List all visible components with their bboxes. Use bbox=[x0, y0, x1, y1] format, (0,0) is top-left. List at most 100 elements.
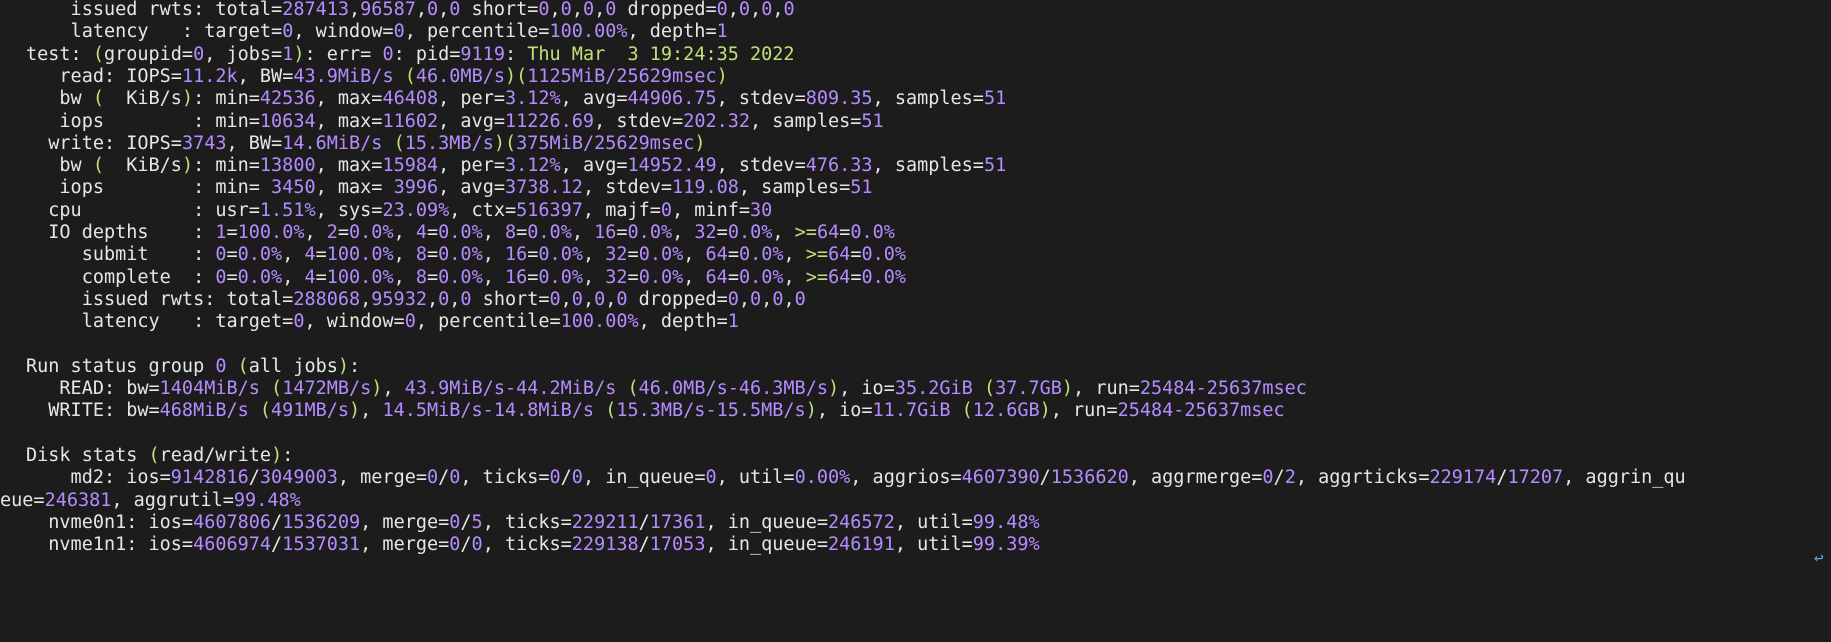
terminal-text: short= bbox=[460, 0, 539, 20]
terminal-text: , bbox=[382, 378, 405, 400]
terminal-text: 1.51% bbox=[259, 199, 316, 221]
terminal-text: 13800 bbox=[259, 155, 316, 177]
terminal-text: , max= bbox=[315, 88, 383, 110]
terminal-text: , max= bbox=[315, 177, 394, 199]
terminal-text: 0 bbox=[193, 43, 205, 65]
terminal-text: nvme0n1: ios= bbox=[26, 511, 194, 533]
terminal-text: , window= bbox=[293, 21, 394, 43]
terminal-text: , samples= bbox=[750, 110, 862, 132]
terminal-text: , io= bbox=[816, 400, 873, 422]
terminal-text: 0 bbox=[449, 534, 461, 556]
terminal-text: eue= bbox=[0, 489, 45, 511]
terminal-text: 375MiB/25629msec bbox=[516, 132, 695, 154]
terminal-text: , bbox=[360, 288, 372, 310]
terminal-text: cpu : usr= bbox=[26, 199, 260, 221]
terminal-text: / bbox=[638, 511, 650, 533]
terminal-text: read/write bbox=[159, 445, 272, 466]
terminal-text: 0.0% bbox=[727, 222, 773, 243]
terminal-text: submit : bbox=[26, 244, 216, 266]
terminal-text: 0 bbox=[616, 288, 628, 310]
terminal-text: , window= bbox=[304, 311, 405, 333]
terminal-text: = bbox=[315, 266, 327, 288]
terminal-text: 0.0% bbox=[527, 222, 572, 243]
terminal-text: 64 bbox=[705, 244, 728, 266]
terminal-text: , BW= bbox=[226, 132, 283, 154]
terminal-text: 0.0% bbox=[538, 244, 583, 266]
terminal-text: , bbox=[393, 222, 416, 243]
terminal-text: , bbox=[772, 0, 784, 20]
terminal-text: 516397 bbox=[516, 199, 583, 221]
terminal-text: 23.09% bbox=[382, 199, 450, 221]
terminal-text: 1536620 bbox=[1050, 467, 1129, 489]
terminal-text: , aggrutil= bbox=[111, 489, 234, 511]
terminal-text: bw bbox=[26, 155, 93, 177]
terminal-text: , bbox=[549, 0, 561, 20]
terminal-text: = bbox=[516, 222, 528, 243]
terminal-text: , bbox=[282, 244, 305, 266]
terminal-text: ( bbox=[92, 43, 104, 65]
terminal-text: )( bbox=[493, 132, 517, 154]
terminal-text: : bbox=[282, 445, 294, 466]
terminal-text: 51 bbox=[861, 110, 884, 132]
terminal-text: 202.32 bbox=[683, 110, 751, 132]
terminal-text: short= bbox=[471, 288, 550, 310]
terminal-text: , per= bbox=[438, 88, 505, 110]
terminal-text: , bbox=[438, 0, 450, 20]
terminal-line: WRITE: bw=468MiB/s (491MB/s), 14.5MiB/s-… bbox=[26, 398, 1285, 424]
terminal-text: , in_queue= bbox=[705, 534, 828, 556]
terminal-text: , BW= bbox=[237, 65, 294, 87]
terminal-text: = bbox=[226, 244, 238, 266]
terminal-text: / bbox=[248, 467, 260, 489]
terminal-text: READ: bw= bbox=[26, 378, 160, 400]
terminal-text: >= bbox=[794, 222, 817, 243]
terminal-text: 0 bbox=[605, 0, 617, 20]
terminal-text: IO depths : bbox=[26, 222, 216, 243]
terminal-text: 25484-25637msec bbox=[1117, 400, 1285, 422]
terminal-text: : min= bbox=[193, 155, 260, 177]
terminal-text: ) bbox=[694, 132, 706, 154]
terminal-window[interactable]: issued rwts: total=287413,96587,0,0 shor… bbox=[0, 0, 1831, 642]
terminal-text: )( bbox=[504, 65, 528, 87]
terminal-text: 4607390 bbox=[961, 467, 1040, 489]
terminal-text: 0.0% bbox=[638, 244, 684, 266]
terminal-text: 4606974 bbox=[193, 534, 272, 556]
terminal-text: 100.00% bbox=[549, 21, 628, 43]
terminal-text: 1 bbox=[727, 311, 739, 333]
terminal-text: bw bbox=[26, 88, 93, 110]
terminal-text: / bbox=[1496, 467, 1508, 489]
terminal-text: : min= bbox=[193, 88, 260, 110]
terminal-text: : bbox=[504, 43, 528, 65]
terminal-text: 35.2GiB bbox=[894, 378, 973, 400]
terminal-text: ) bbox=[349, 400, 361, 422]
terminal-text: 14.5MiB/s-14.8MiB/s bbox=[382, 400, 595, 422]
terminal-text: , avg= bbox=[560, 155, 628, 177]
terminal-text: , samples= bbox=[872, 155, 984, 177]
terminal-text: 0 bbox=[382, 43, 394, 65]
terminal-text: 0 bbox=[393, 21, 405, 43]
terminal-text: nvme1n1: ios= bbox=[26, 534, 194, 556]
terminal-text: = bbox=[716, 222, 728, 243]
terminal-text: ( bbox=[393, 132, 405, 154]
terminal-text: 100.0% bbox=[326, 244, 394, 266]
terminal-text: 0.0% bbox=[861, 244, 907, 266]
terminal-text: 8 bbox=[505, 222, 517, 243]
terminal-text: 12.6GB bbox=[972, 400, 1040, 422]
terminal-text: 1125MiB/25629msec bbox=[527, 65, 717, 87]
terminal-text: 8 bbox=[415, 244, 428, 266]
terminal-text: , depth= bbox=[627, 21, 717, 43]
terminal-text: 32 bbox=[605, 244, 628, 266]
terminal-text: 11226.69 bbox=[504, 110, 595, 132]
terminal-text: issued rwts: total= bbox=[26, 0, 283, 20]
terminal-text: WRITE: bw= bbox=[26, 400, 160, 422]
terminal-text: , util= bbox=[716, 467, 795, 489]
terminal-text: 0.0% bbox=[627, 222, 673, 243]
terminal-text: 95932 bbox=[371, 288, 427, 310]
terminal-text: ( bbox=[271, 378, 283, 400]
terminal-text: 37.7GB bbox=[995, 378, 1062, 400]
terminal-text: 809.35 bbox=[805, 88, 873, 110]
terminal-text: ) bbox=[1061, 378, 1074, 400]
